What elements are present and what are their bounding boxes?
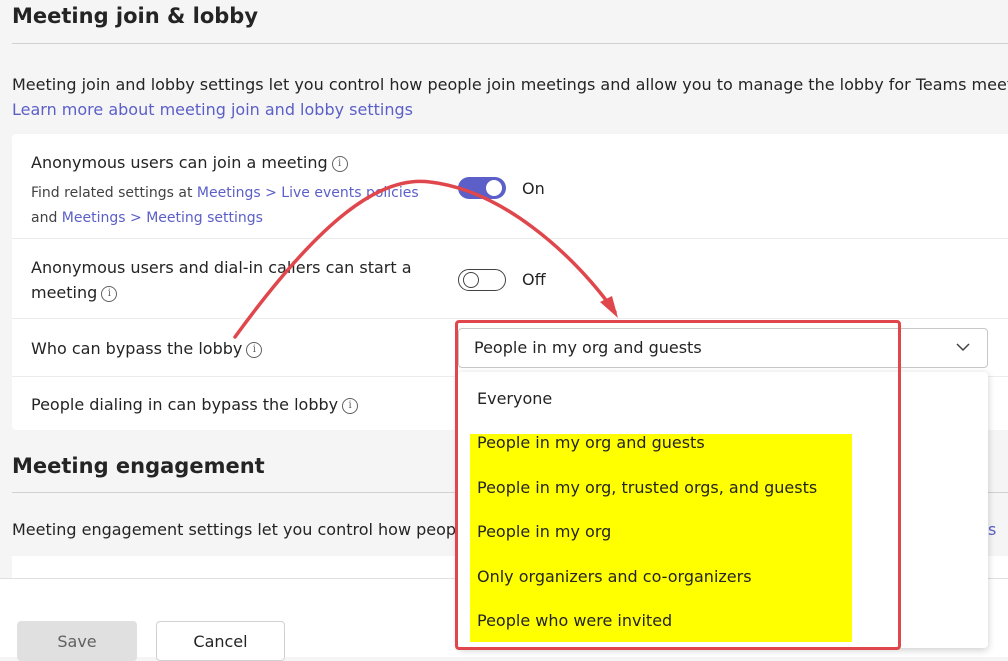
meetings-link-2[interactable]: Meetings	[62, 210, 126, 226]
anon-start-toggle[interactable]	[458, 269, 506, 291]
chevron-down-icon	[956, 343, 970, 352]
dropdown-option-organizers[interactable]: Only organizers and co-organizers	[477, 567, 752, 586]
related-settings-line2: and Meetings > Meeting settings	[31, 210, 263, 226]
meetings-link[interactable]: Meetings	[197, 185, 261, 201]
info-icon[interactable]: i	[331, 155, 348, 172]
dropdown-option-org-and-guests[interactable]: People in my org and guests	[477, 433, 705, 452]
anon-start-label-line1: Anonymous users and dial-in callers can …	[31, 258, 412, 277]
description-text: Meeting join and lobby settings let you …	[12, 75, 1008, 94]
bypass-lobby-select[interactable]: People in my org and guests	[458, 328, 988, 368]
selected-value: People in my org and guests	[474, 338, 702, 357]
dialin-bypass-label: People dialing in can bypass the lobby i	[31, 392, 359, 417]
learn-more-link[interactable]: Learn more about meeting join and lobby …	[12, 100, 413, 119]
anon-start-label-line2: meeting i	[31, 280, 118, 305]
section-title-engagement: Meeting engagement	[12, 454, 265, 478]
section-description: Meeting join and lobby settings let you …	[12, 72, 1008, 122]
dropdown-option-everyone[interactable]: Everyone	[477, 389, 552, 408]
anon-join-toggle[interactable]	[458, 177, 506, 199]
dropdown-option-org-trusted-guests[interactable]: People in my org, trusted orgs, and gues…	[477, 478, 817, 497]
engagement-description: Meeting engagement settings let you cont…	[12, 520, 471, 539]
toggle-knob	[463, 272, 479, 288]
toggle-knob	[486, 180, 502, 196]
info-icon[interactable]: i	[342, 397, 359, 414]
cancel-button[interactable]: Cancel	[156, 621, 285, 661]
title-divider	[12, 43, 1008, 44]
bypass-lobby-label: Who can bypass the lobby i	[31, 336, 263, 361]
dropdown-option-invited[interactable]: People who were invited	[477, 611, 672, 630]
save-button[interactable]: Save	[17, 621, 137, 661]
info-icon[interactable]: i	[101, 285, 118, 302]
engagement-learn-more-link[interactable]: s	[988, 520, 996, 539]
live-events-policies-link[interactable]: Live events policies	[281, 185, 418, 201]
anon-start-state: Off	[522, 270, 546, 289]
anon-join-label: Anonymous users can join a meeting i	[31, 150, 348, 175]
anon-join-state: On	[522, 179, 545, 198]
info-icon[interactable]: i	[246, 341, 263, 358]
row-divider	[12, 318, 1008, 319]
related-settings-line1: Find related settings at Meetings > Live…	[31, 185, 419, 201]
page-title: Meeting join & lobby	[12, 4, 259, 28]
dropdown-option-org[interactable]: People in my org	[477, 522, 611, 541]
row-divider	[12, 238, 1008, 239]
meeting-settings-link[interactable]: Meeting settings	[146, 210, 263, 226]
